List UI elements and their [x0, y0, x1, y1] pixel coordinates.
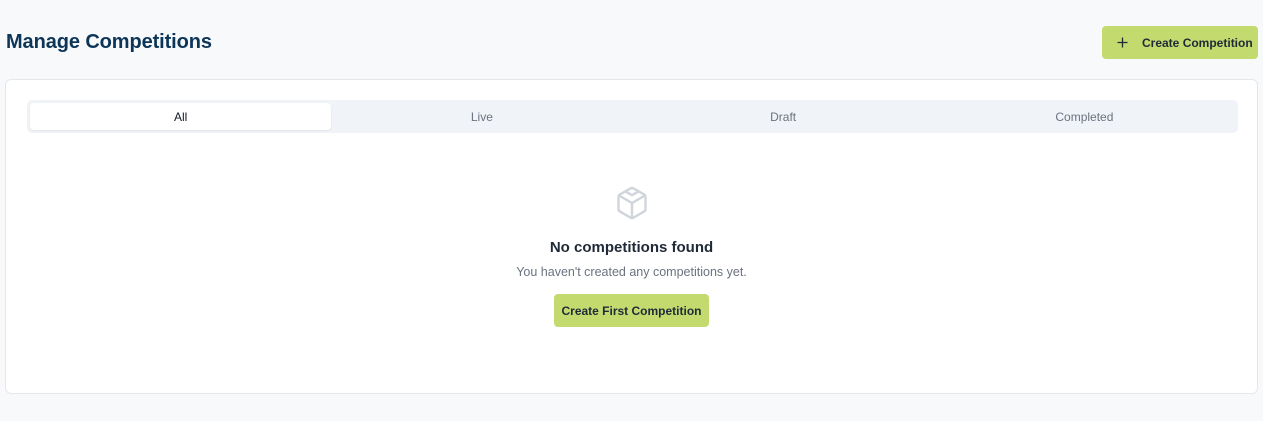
tab-live[interactable]: Live — [331, 103, 632, 130]
create-competition-label: Create Competition — [1142, 35, 1253, 50]
page-footer-area — [0, 421, 1263, 446]
page-header: Manage Competitions Create Competition — [0, 26, 1263, 59]
tab-completed[interactable]: Completed — [934, 103, 1235, 130]
box-icon — [614, 185, 650, 221]
create-first-competition-button[interactable]: Create First Competition — [554, 294, 709, 327]
empty-state-message: You haven't created any competitions yet… — [516, 265, 747, 279]
tab-all[interactable]: All — [30, 103, 332, 130]
competitions-card: All Live Draft Completed No competitions… — [5, 79, 1258, 394]
page: Manage Competitions Create Competition A… — [0, 0, 1263, 421]
plus-icon — [1116, 37, 1128, 49]
empty-state-title: No competitions found — [549, 239, 714, 256]
tab-draft[interactable]: Draft — [633, 103, 934, 130]
empty-state: No competitions found You haven't create… — [6, 185, 1257, 327]
create-competition-button[interactable]: Create Competition — [1102, 26, 1258, 59]
page-title: Manage Competitions — [6, 31, 212, 53]
status-tabs: All Live Draft Completed — [27, 100, 1238, 133]
